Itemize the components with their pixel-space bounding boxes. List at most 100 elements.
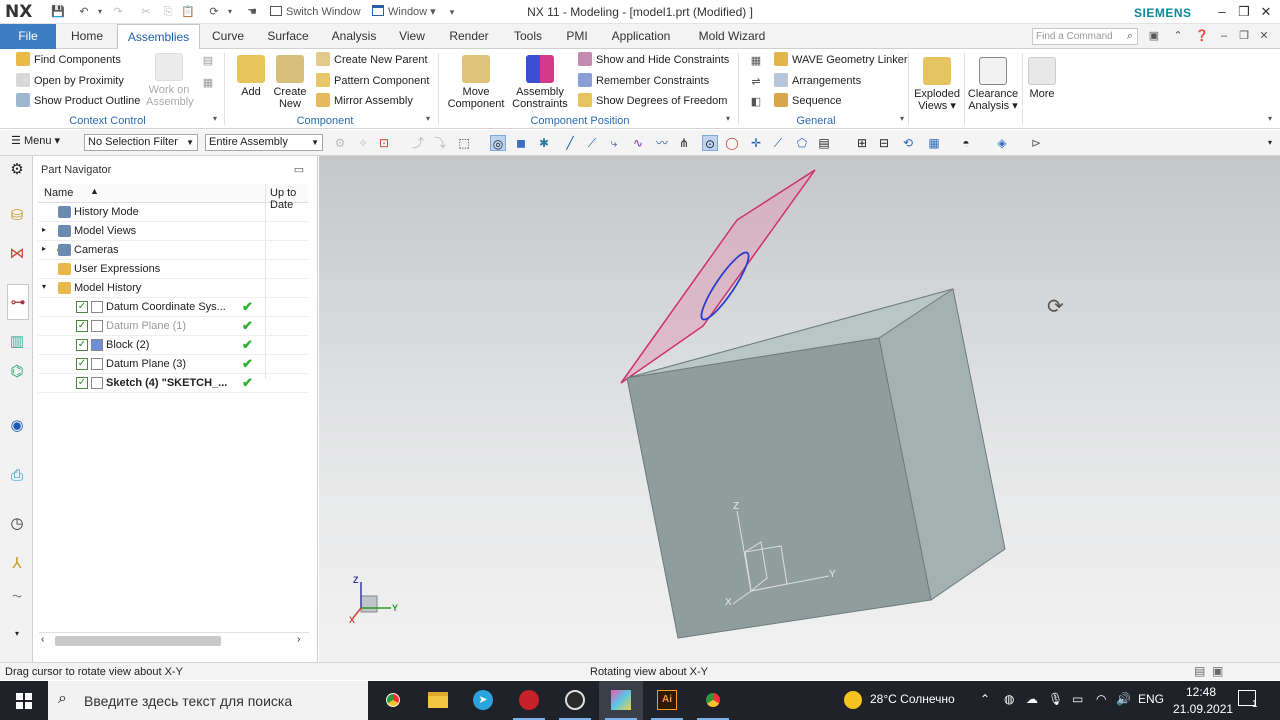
nx-taskbar-icon[interactable] bbox=[599, 681, 643, 720]
battery-icon[interactable]: ▭ bbox=[1072, 692, 1083, 706]
chrome-2-taskbar-icon[interactable] bbox=[691, 681, 735, 720]
window-style-icon[interactable]: ▣ bbox=[1146, 28, 1162, 44]
clock-time[interactable]: 12:48 bbox=[1186, 685, 1216, 699]
expand-icon[interactable]: ▸ bbox=[42, 244, 46, 253]
tray-app-icon[interactable]: ◍ bbox=[1004, 692, 1014, 706]
assembly-constraints-button[interactable]: Assembly Constraints bbox=[510, 55, 570, 110]
zoom-icon[interactable]: ⊟ bbox=[876, 135, 892, 151]
doc-minimize-button[interactable]: – bbox=[1216, 28, 1232, 44]
graphics-window[interactable]: Z Y X Z Y X ⟳ bbox=[319, 156, 1280, 662]
work-on-assembly-button[interactable]: Work on Assembly bbox=[146, 53, 194, 108]
add-component-button[interactable]: Add bbox=[233, 55, 269, 98]
rectangle-select-icon[interactable]: ⬚ bbox=[456, 135, 472, 151]
snap-mid-point-icon[interactable]: ⟋ bbox=[584, 135, 600, 151]
visibility-checkbox[interactable]: ✓ bbox=[76, 320, 88, 332]
move-component-button[interactable]: Move Component bbox=[446, 55, 506, 110]
find-components-button[interactable]: Find Components bbox=[16, 51, 121, 69]
snap-end-point-icon[interactable]: ╱ bbox=[562, 135, 578, 151]
minimize-button[interactable]: – bbox=[1212, 3, 1232, 21]
pattern-component-button[interactable]: Pattern Component bbox=[316, 72, 429, 90]
tab-mold-wizard[interactable]: Mold Wizard bbox=[690, 24, 774, 49]
tab-application[interactable]: Application bbox=[606, 24, 676, 49]
navigator-row[interactable]: ▸ Model Views bbox=[38, 222, 308, 241]
mirror-assembly-button[interactable]: Mirror Assembly bbox=[316, 92, 413, 110]
select-body-icon[interactable]: ◎ bbox=[490, 135, 506, 151]
block-front-face[interactable] bbox=[626, 337, 932, 639]
chrome-taskbar-icon[interactable] bbox=[371, 681, 415, 720]
display-mode-icon[interactable]: ◈ bbox=[994, 135, 1010, 151]
visibility-checkbox[interactable]: ✓ bbox=[76, 339, 88, 351]
roles-icon[interactable]: ⅄ bbox=[7, 554, 27, 574]
snap-intersection-icon[interactable]: ∿ bbox=[630, 135, 646, 151]
context-control-more-icon[interactable]: ▾ bbox=[207, 111, 223, 127]
scrollbar-thumb[interactable] bbox=[55, 636, 221, 646]
constraint-navigator-icon[interactable]: ⋈ bbox=[7, 244, 27, 264]
show-hide-icon[interactable]: ⊳ bbox=[1028, 135, 1044, 151]
telegram-taskbar-icon[interactable]: ➤ bbox=[461, 681, 505, 720]
navigator-row[interactable]: User Expressions bbox=[38, 260, 308, 279]
fit-view-icon[interactable]: ⊞ bbox=[854, 135, 870, 151]
tab-assemblies[interactable]: Assemblies bbox=[117, 24, 200, 49]
assembly-navigator-icon[interactable]: ⛁ bbox=[7, 206, 27, 226]
arrangements-button[interactable]: Arrangements bbox=[774, 72, 861, 90]
navigator-row[interactable]: History Mode bbox=[38, 203, 308, 222]
language-indicator[interactable]: ENG bbox=[1138, 692, 1164, 706]
tab-view[interactable]: View bbox=[394, 24, 430, 49]
system-materials-icon[interactable]: ～ bbox=[7, 588, 27, 608]
component-position-more-icon[interactable]: ▾ bbox=[720, 111, 736, 127]
deselect-icon[interactable]: ✧ bbox=[355, 135, 371, 151]
restore-button[interactable]: ❐ bbox=[1234, 3, 1254, 21]
wifi-icon[interactable]: ◠ bbox=[1096, 692, 1106, 706]
close-button[interactable]: ✕ bbox=[1256, 3, 1276, 21]
context-tool-2-icon[interactable]: ▦ bbox=[200, 75, 216, 91]
snap-existing-point-icon[interactable]: ✛ bbox=[748, 135, 764, 151]
snap-quadrant-icon[interactable]: ◯ bbox=[724, 135, 740, 151]
general-tool-3-icon[interactable]: ◧ bbox=[748, 94, 764, 110]
remember-constraints-button[interactable]: Remember Constraints bbox=[578, 72, 709, 90]
microphone-icon[interactable]: 🎙 bbox=[1048, 692, 1063, 706]
snap-arc-center-icon[interactable]: ⊙ bbox=[702, 135, 718, 151]
status-full-screen-icon[interactable]: ▣ bbox=[1212, 664, 1223, 678]
show-hide-constraints-button[interactable]: Show and Hide Constraints bbox=[578, 51, 729, 69]
collapse-ribbon-icon[interactable]: ⌃ bbox=[1170, 28, 1186, 44]
column-header-name[interactable]: Name bbox=[44, 187, 73, 199]
navigator-row[interactable]: ▸✔Cameras bbox=[38, 241, 308, 260]
tab-home[interactable]: Home bbox=[62, 24, 112, 49]
snap-icon[interactable]: ⊡ bbox=[376, 135, 392, 151]
more-button[interactable]: More bbox=[1024, 57, 1060, 100]
tray-overflow-icon[interactable]: ⌃ bbox=[980, 692, 990, 706]
snap-curve-icon[interactable]: 〰 bbox=[654, 135, 670, 151]
obs-taskbar-icon[interactable] bbox=[553, 681, 597, 720]
tab-pmi[interactable]: PMI bbox=[562, 24, 592, 49]
hd3d-tools-icon[interactable]: ⌬ bbox=[7, 362, 27, 382]
process-studio-icon[interactable]: ◷ bbox=[7, 514, 27, 534]
selection-filter-select[interactable]: No Selection Filter ▼ bbox=[84, 134, 198, 151]
taskbar-search-box[interactable]: ⌕ Введите здесь текст для поиска bbox=[48, 681, 368, 720]
tab-curve[interactable]: Curve bbox=[206, 24, 250, 49]
snap-face-icon[interactable]: ⬠ bbox=[794, 135, 810, 151]
show-dof-button[interactable]: Show Degrees of Freedom bbox=[578, 92, 727, 110]
type-filter-icon[interactable]: ⚙ bbox=[332, 135, 348, 151]
render-style-icon[interactable]: ◓ bbox=[958, 135, 974, 151]
create-new-button[interactable]: Create New bbox=[272, 55, 308, 110]
scroll-left-icon[interactable]: ‹ bbox=[41, 634, 44, 645]
select-solid-icon[interactable]: ◼ bbox=[513, 135, 529, 151]
help-icon[interactable]: ❓ bbox=[1194, 28, 1210, 44]
menu-button[interactable]: ☰ Menu ▾ bbox=[8, 134, 70, 151]
orient-view-icon[interactable]: ▦ bbox=[926, 135, 942, 151]
doc-close-button[interactable]: ✕ bbox=[1256, 28, 1272, 44]
search-icon[interactable]: ⌕ bbox=[1122, 28, 1138, 44]
select-faces-icon[interactable]: ⤵ bbox=[432, 135, 448, 151]
snap-control-point-icon[interactable]: ⤷ bbox=[606, 135, 622, 151]
tab-tools[interactable]: Tools bbox=[508, 24, 548, 49]
clearance-analysis-button[interactable]: Clearance Analysis ▾ bbox=[966, 57, 1020, 112]
collapse-icon[interactable]: ▾ bbox=[42, 282, 46, 291]
resource-bar-options-icon[interactable]: ▾ bbox=[7, 624, 27, 644]
navigator-row[interactable]: ▾ Model History bbox=[38, 279, 308, 298]
snap-bounded-grid-icon[interactable]: ▤ bbox=[816, 135, 832, 151]
navigator-row[interactable]: ✓ Sketch (4) "SKETCH_... ✔ bbox=[38, 374, 308, 393]
select-mesh-icon[interactable]: ✱ bbox=[536, 135, 552, 151]
start-button[interactable] bbox=[0, 681, 48, 720]
navigator-horizontal-scrollbar[interactable]: ‹ › bbox=[39, 632, 309, 648]
file-explorer-taskbar-icon[interactable] bbox=[416, 681, 460, 720]
